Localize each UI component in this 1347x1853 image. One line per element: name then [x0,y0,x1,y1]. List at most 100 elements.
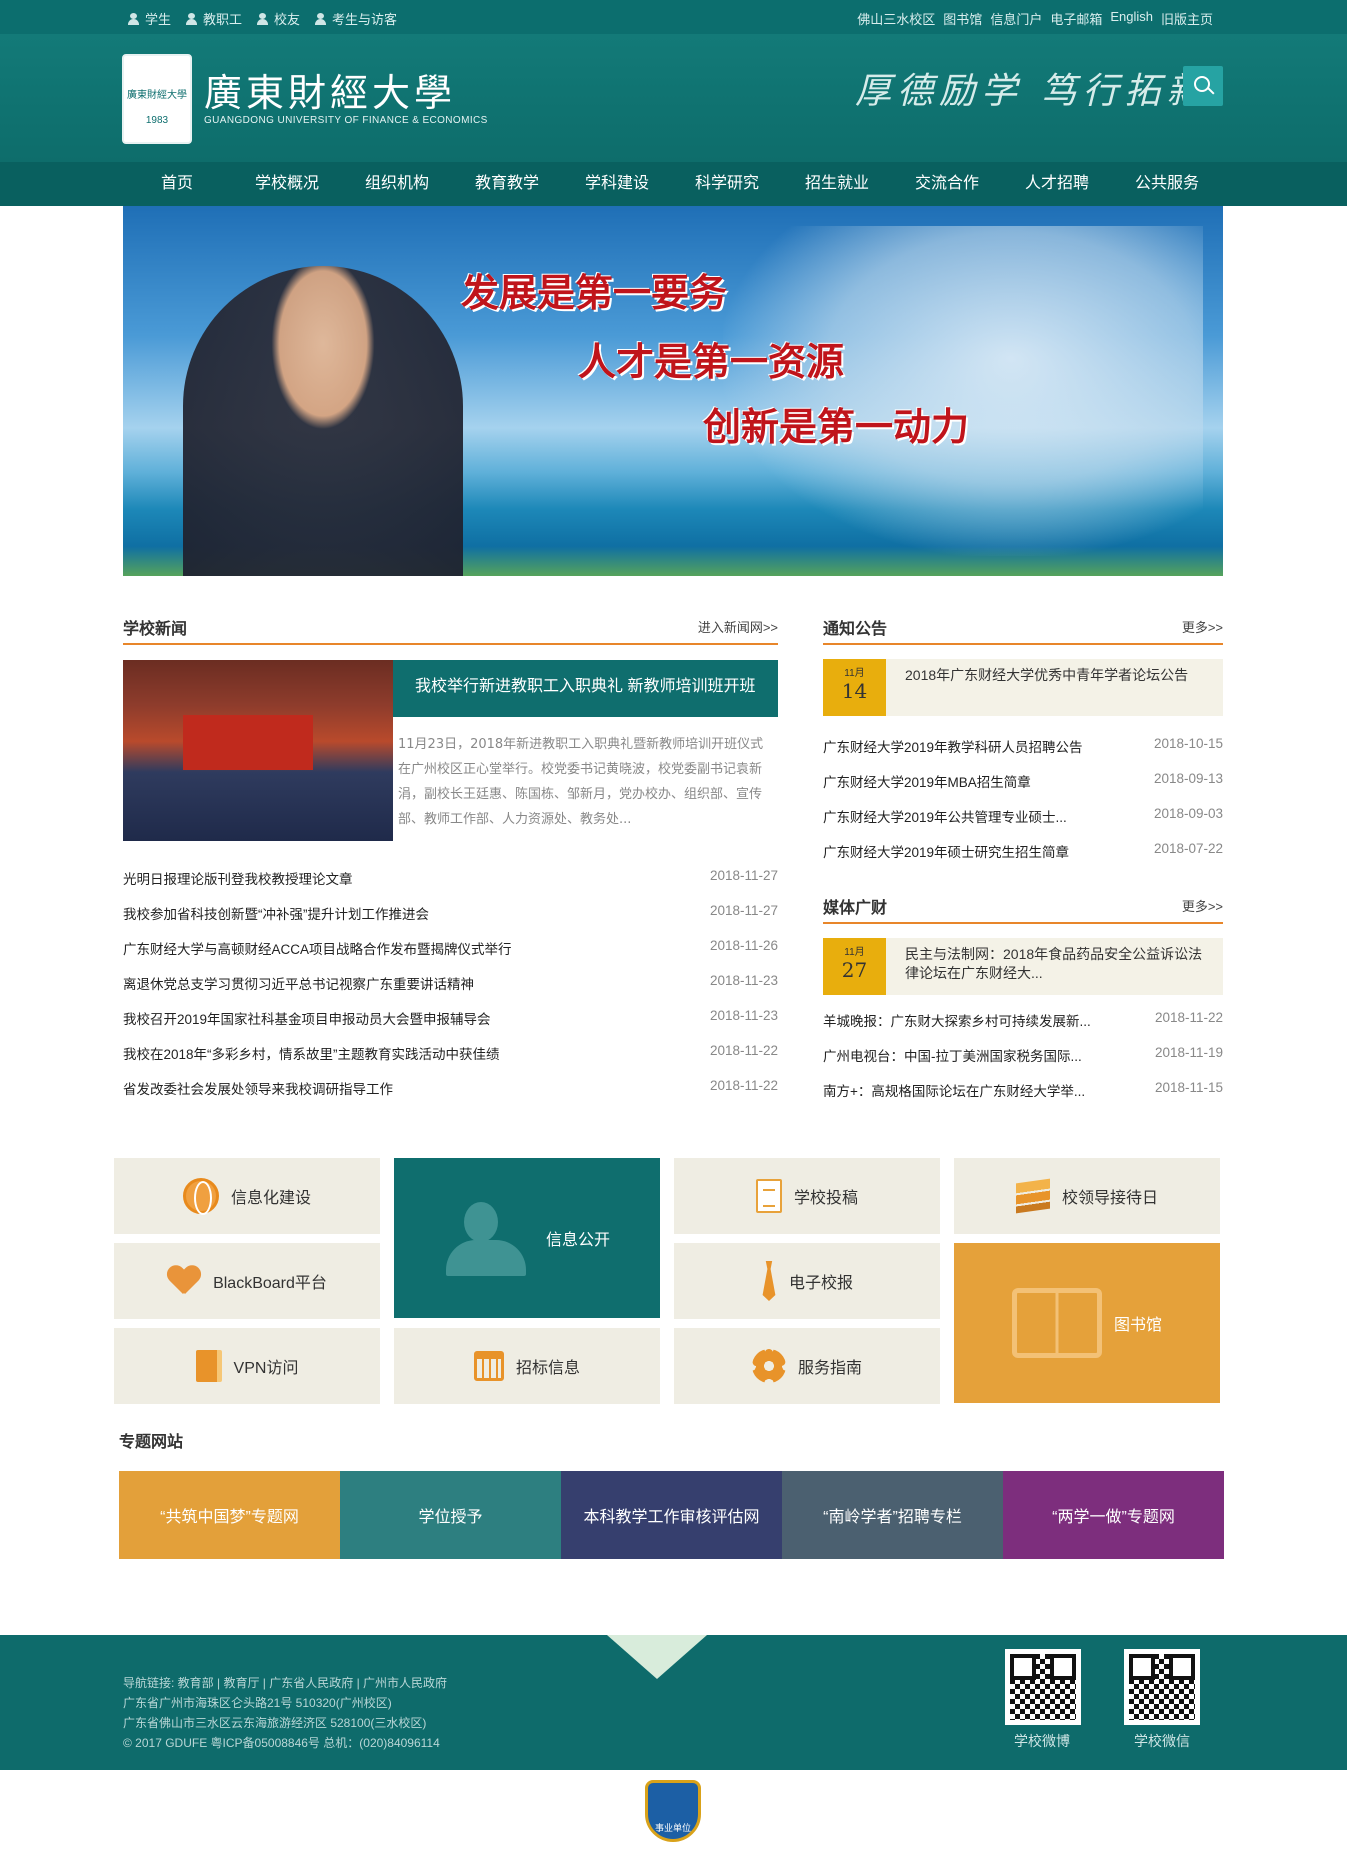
news-item-title[interactable]: 我校参加省科技创新暨“冲补强”提升计划工作推进会 [123,903,429,938]
nav-item-exchange[interactable]: 交流合作 [892,162,1002,206]
news-item-title[interactable]: 省发改委社会发展处领导来我校调研指导工作 [123,1078,393,1113]
audience-link-students[interactable]: 学生 [127,9,171,28]
topic-nanling-scholars[interactable]: “南岭学者”招聘专栏 [782,1471,1003,1559]
news-item-title[interactable]: 我校在2018年“多彩乡村，情系故里”主题教育实践活动中获佳绩 [123,1043,500,1078]
media-item[interactable]: 广州电视台：中国-拉丁美洲国家税务国际... 2018-11-19 [823,1045,1223,1080]
news-item[interactable]: 省发改委社会发展处领导来我校调研指导工作 2018-11-22 [123,1078,778,1113]
tile-leader-reception[interactable]: 校领导接待日 [954,1158,1220,1234]
tile-submission[interactable]: 学校投稿 [674,1158,940,1234]
media-highlight[interactable]: 11月 27 民主与法制网：2018年食品药品安全公益诉讼法律论坛在广东财经大..… [823,938,1223,995]
featured-news-summary: 11月23日，2018年新进教职工入职典礼暨新教师培训开班仪式在广州校区正心堂举… [398,737,764,827]
news-item-title[interactable]: 广东财经大学与高顿财经ACCA项目战略合作发布暨揭牌仪式举行 [123,938,512,973]
audience-link-label[interactable]: 校友 [274,9,300,28]
university-logo[interactable]: 廣東財經大學 1983 [122,54,192,144]
link-library[interactable]: 图书馆 [943,9,982,28]
notice-item[interactable]: 广东财经大学2019年公共管理专业硕士... 2018-09-03 [823,806,1223,841]
news-item[interactable]: 光明日报理论版刊登我校教授理论文章 2018-11-27 [123,868,778,903]
notice-more-link[interactable]: 更多>> [1182,617,1223,636]
news-item-title[interactable]: 离退休党总支学习贯彻习近平总书记视察广东重要讲话精神 [123,973,474,1008]
audience-link-label[interactable]: 考生与访客 [332,9,397,28]
notice-item[interactable]: 广东财经大学2019年硕士研究生招生简章 2018-07-22 [823,841,1223,876]
audience-link-staff[interactable]: 教职工 [185,9,242,28]
nav-item-education[interactable]: 教育教学 [452,162,562,206]
news-item-title[interactable]: 光明日报理论版刊登我校教授理论文章 [123,868,353,903]
topic-undergrad-assessment[interactable]: 本科教学工作审核评估网 [561,1471,782,1559]
tile-vpn[interactable]: VPN访问 [114,1328,380,1404]
link-old-homepage[interactable]: 旧版主页 [1161,9,1213,28]
tile-label: 校领导接待日 [1061,1190,1158,1207]
news-item[interactable]: 我校在2018年“多彩乡村，情系故里”主题教育实践活动中获佳绩 2018-11-2… [123,1043,778,1078]
topic-china-dream[interactable]: “共筑中国梦”专题网 [119,1471,340,1559]
tile-service-guide[interactable]: 服务指南 [674,1328,940,1404]
document-icon [755,1179,782,1213]
notice-highlight-title[interactable]: 2018年广东财经大学优秀中青年学者论坛公告 [905,666,1215,685]
audience-link-visitors[interactable]: 考生与访客 [314,9,397,28]
footer-address-sanshui: 广东省佛山市三水区云东海旅游经济区 528100(三水校区) [123,1716,427,1730]
book-icon [195,1350,222,1382]
topic-two-studies[interactable]: “两学一做”专题网 [1003,1471,1224,1559]
date-day: 27 [841,958,868,982]
tile-blackboard[interactable]: BlackBoard平台 [114,1243,380,1319]
featured-news-image[interactable] [123,660,393,841]
link-sanshui-campus[interactable]: 佛山三水校区 [857,9,935,28]
notice-item-title[interactable]: 广东财经大学2019年硕士研究生招生简章 [823,841,1069,876]
nav-item-disciplines[interactable]: 学科建设 [562,162,672,206]
tile-library[interactable]: 图书馆 [954,1243,1220,1403]
audience-link-label[interactable]: 教职工 [203,9,242,28]
link-english[interactable]: English [1110,9,1153,28]
news-item-date: 2018-11-27 [709,868,778,883]
news-item-title[interactable]: 我校召开2019年国家社科基金项目申报动员大会暨申报辅导会 [123,1008,491,1043]
media-item-title[interactable]: 南方+：高规格国际论坛在广东财经大学举... [823,1080,1085,1115]
hero-banner[interactable]: 发展是第一要务 人才是第一资源 创新是第一动力 [123,206,1223,576]
link-info-portal[interactable]: 信息门户 [990,9,1042,28]
nav-item-services[interactable]: 公共服务 [1112,162,1222,206]
nav-item-recruitment[interactable]: 人才招聘 [1002,162,1112,206]
news-more-link[interactable]: 进入新闻网>> [698,617,778,636]
notice-item[interactable]: 广东财经大学2019年MBA招生简章 2018-09-13 [823,771,1223,806]
alumni-icon [256,12,269,25]
search-button[interactable] [1183,66,1223,106]
media-item-title[interactable]: 羊城晚报：广东财大探索乡村可持续发展新... [823,1010,1091,1045]
tile-info-disclosure[interactable]: 信息公开 [394,1158,660,1318]
weibo-qr-label[interactable]: 学校微博 [1014,1731,1070,1751]
media-highlight-title[interactable]: 民主与法制网：2018年食品药品安全公益诉讼法律论坛在广东财经大... [905,945,1215,983]
notice-list: 广东财经大学2019年教学科研人员招聘公告 2018-10-15 广东财经大学20… [823,736,1223,876]
news-list: 光明日报理论版刊登我校教授理论文章 2018-11-27 我校参加省科技创新暨“冲… [123,868,778,1113]
media-item[interactable]: 南方+：高规格国际论坛在广东财经大学举... 2018-11-15 [823,1080,1223,1115]
media-item-title[interactable]: 广州电视台：中国-拉丁美洲国家税务国际... [823,1045,1082,1080]
notice-item-title[interactable]: 广东财经大学2019年教学科研人员招聘公告 [823,736,1083,771]
notice-highlight[interactable]: 11月 14 2018年广东财经大学优秀中青年学者论坛公告 [823,659,1223,716]
tile-e-newspaper[interactable]: 电子校报 [674,1243,940,1319]
topic-degree-conferral[interactable]: 学位授予 [340,1471,561,1559]
gear-icon [751,1349,786,1383]
tile-info-construction[interactable]: 信息化建设 [114,1158,380,1234]
news-item[interactable]: 我校召开2019年国家社科基金项目申报动员大会暨申报辅导会 2018-11-23 [123,1008,778,1043]
media-item[interactable]: 羊城晚报：广东财大探索乡村可持续发展新... 2018-11-22 [823,1010,1223,1045]
tile-label: 图书馆 [1113,1317,1162,1334]
notice-item[interactable]: 广东财经大学2019年教学科研人员招聘公告 2018-10-15 [823,736,1223,771]
nav-item-organization[interactable]: 组织机构 [342,162,452,206]
nav-item-overview[interactable]: 学校概况 [232,162,342,206]
media-item-date: 2018-11-22 [1154,1010,1223,1025]
notice-item-title[interactable]: 广东财经大学2019年MBA招生简章 [823,771,1031,806]
news-item-date: 2018-11-23 [709,1008,778,1023]
nav-item-research[interactable]: 科学研究 [672,162,782,206]
notice-section-title: 通知公告 [823,621,888,638]
news-item[interactable]: 我校参加省科技创新暨“冲补强”提升计划工作推进会 2018-11-27 [123,903,778,938]
university-name[interactable]: 廣東財經大學 [204,62,456,117]
wechat-qr-label[interactable]: 学校微信 [1134,1731,1190,1751]
tile-bidding[interactable]: 招标信息 [394,1328,660,1404]
footer-nav-links[interactable]: 导航链接: 教育部 | 教育厅 | 广东省人民政府 | 广州市人民政府 [123,1673,447,1693]
public-institution-badge[interactable]: 事业单位 [645,1780,701,1842]
audience-link-alumni[interactable]: 校友 [256,9,300,28]
audience-link-label[interactable]: 学生 [145,9,171,28]
featured-news-title[interactable]: 我校举行新进教职工入职典礼 新教师培训班开班 [393,660,778,717]
notice-item-title[interactable]: 广东财经大学2019年公共管理专业硕士... [823,806,1067,841]
heart-plus-icon [167,1266,201,1296]
news-item[interactable]: 广东财经大学与高顿财经ACCA项目战略合作发布暨揭牌仪式举行 2018-11-26 [123,938,778,973]
link-email[interactable]: 电子邮箱 [1050,9,1102,28]
media-more-link[interactable]: 更多>> [1182,896,1223,915]
nav-item-admissions[interactable]: 招生就业 [782,162,892,206]
news-item[interactable]: 离退休党总支学习贯彻习近平总书记视察广东重要讲话精神 2018-11-23 [123,973,778,1008]
nav-item-home[interactable]: 首页 [122,162,232,206]
